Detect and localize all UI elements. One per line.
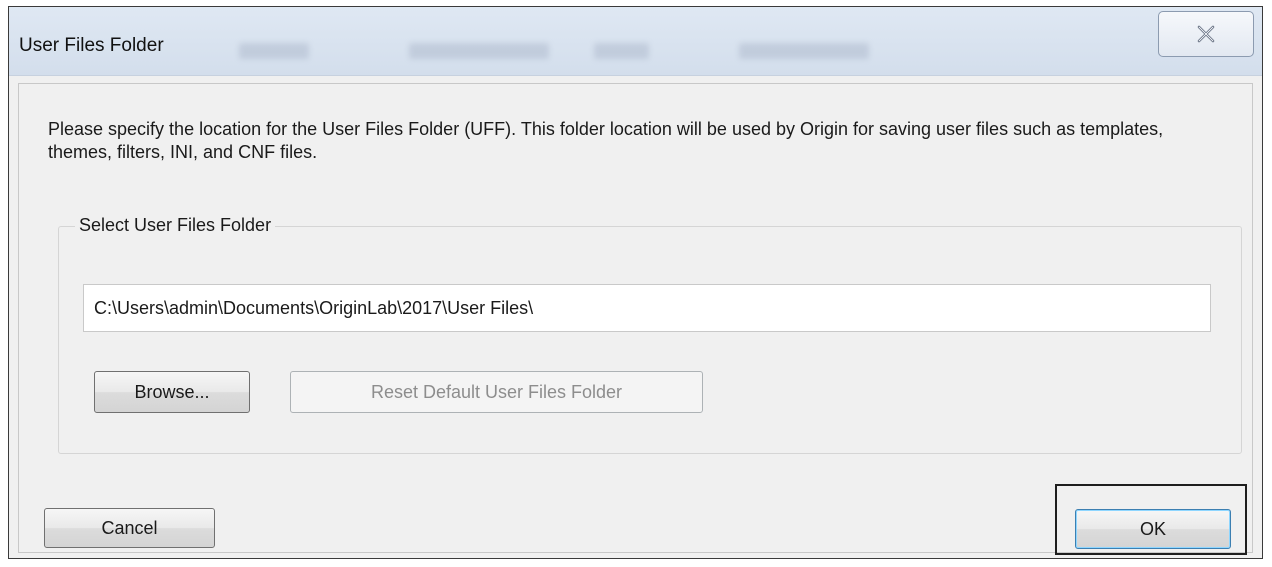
background-toolbar-blur [594, 43, 649, 59]
close-button[interactable] [1158, 11, 1254, 57]
reset-default-folder-button[interactable]: Reset Default User Files Folder [290, 371, 703, 413]
dialog-body: Please specify the location for the User… [18, 83, 1253, 555]
cancel-button[interactable]: Cancel [44, 508, 215, 548]
background-toolbar-blur [409, 43, 549, 59]
group-label: Select User Files Folder [75, 215, 276, 236]
window-title: User Files Folder [19, 35, 164, 56]
close-icon [1197, 25, 1215, 43]
browse-button[interactable]: Browse... [94, 371, 250, 413]
background-toolbar-blur [239, 43, 309, 59]
folder-path-input[interactable] [83, 284, 1211, 332]
ok-button[interactable]: OK [1075, 509, 1231, 549]
title-bar: User Files Folder [9, 7, 1262, 76]
select-folder-group: Select User Files Folder Browse... Reset… [58, 215, 1242, 454]
description-text: Please specify the location for the User… [48, 119, 1164, 162]
background-toolbar-blur [739, 43, 869, 59]
user-files-folder-dialog: User Files Folder Please specify the loc… [8, 6, 1263, 559]
